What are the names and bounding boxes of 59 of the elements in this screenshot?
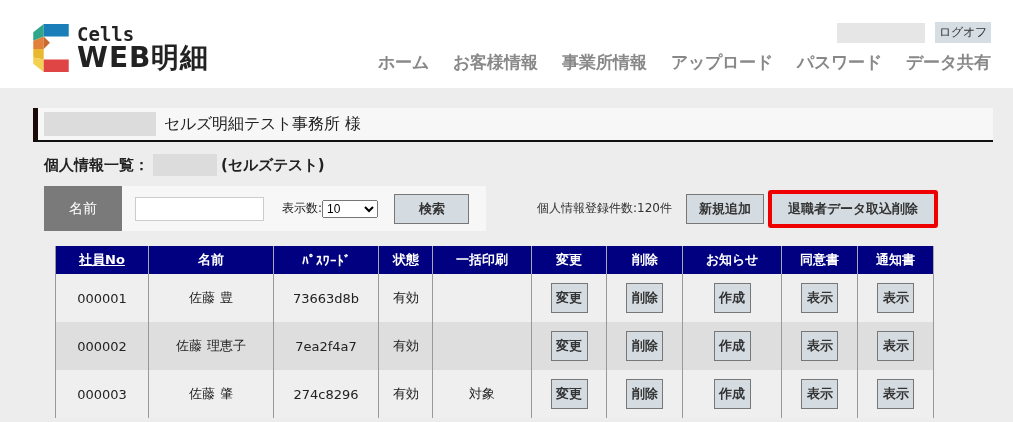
- row-action-button[interactable]: 削除: [626, 379, 663, 409]
- table-cell: 7ea2f4a7: [273, 322, 379, 370]
- row-action-button[interactable]: 変更: [550, 283, 588, 313]
- row-action-button[interactable]: 表示: [801, 283, 838, 313]
- table-cell: 佐藤 理恵子: [148, 322, 274, 370]
- table-cell: 対象: [432, 370, 532, 418]
- table-cell: 佐藤 豊: [148, 274, 274, 322]
- table-cell: 有効: [378, 322, 433, 370]
- column-header: 名前: [148, 246, 274, 274]
- nav-link[interactable]: データ共有: [906, 51, 991, 74]
- logoff-button[interactable]: ログオフ: [935, 22, 991, 43]
- column-header: 一括印刷: [432, 246, 532, 274]
- action-button[interactable]: 退職者データ取込削除: [767, 189, 938, 228]
- column-header: 状態: [378, 246, 433, 274]
- logo-title: WEB明細: [77, 43, 210, 72]
- column-header: 変更: [531, 246, 607, 274]
- count-label: 表示数:: [282, 200, 323, 217]
- action-button[interactable]: 新規追加: [685, 193, 764, 224]
- table-cell: 有効: [378, 370, 433, 418]
- column-header: 通知書: [857, 246, 934, 274]
- nav-link[interactable]: お客様情報: [453, 51, 538, 74]
- table-cell: 274c8296: [273, 370, 379, 418]
- column-header[interactable]: 社員No: [55, 246, 149, 274]
- nav-link[interactable]: アップロード: [671, 51, 773, 74]
- row-action-button[interactable]: 作成: [713, 283, 751, 313]
- company-name: (セルズテスト): [221, 155, 325, 175]
- row-action-button[interactable]: 削除: [626, 331, 663, 361]
- name-input-field[interactable]: [135, 196, 264, 221]
- row-action-button[interactable]: 変更: [550, 331, 588, 361]
- table-cell: 佐藤 肇: [148, 370, 274, 418]
- office-name: セルズ明細テスト事務所 様: [164, 113, 362, 135]
- table-cell: 73663d8b: [273, 274, 379, 322]
- search-button[interactable]: 検索: [394, 193, 470, 224]
- logo-wordmark: Cells: [77, 24, 136, 44]
- column-header: お知らせ: [682, 246, 782, 274]
- nav-link[interactable]: パスワード: [797, 51, 882, 74]
- row-action-button[interactable]: 作成: [713, 331, 751, 361]
- column-header: 同意書: [781, 246, 858, 274]
- nav-link[interactable]: 事業所情報: [562, 51, 647, 74]
- column-header: 削除: [606, 246, 683, 274]
- count-select[interactable]: 10: [322, 199, 379, 218]
- row-action-button[interactable]: 表示: [801, 331, 838, 361]
- name-label: 名前: [44, 186, 122, 231]
- row-action-button[interactable]: 表示: [877, 379, 914, 409]
- record-count: 個人情報登録件数:120件: [537, 200, 672, 217]
- nav-link[interactable]: ホーム: [378, 51, 429, 74]
- table-cell: 000003: [55, 370, 149, 418]
- table-cell: 000001: [55, 274, 149, 322]
- column-header: ﾊﾟｽﾜｰﾄﾞ: [273, 246, 379, 274]
- table-cell: 有効: [378, 274, 433, 322]
- row-action-button[interactable]: 表示: [877, 283, 914, 313]
- row-action-button[interactable]: 変更: [550, 379, 588, 409]
- row-action-button[interactable]: 表示: [877, 331, 914, 361]
- row-action-button[interactable]: 削除: [626, 283, 663, 313]
- row-action-button[interactable]: 表示: [801, 379, 838, 409]
- section-label: 個人情報一覧：: [44, 155, 149, 175]
- logo-icon: [33, 24, 69, 72]
- row-action-button[interactable]: 作成: [713, 379, 751, 409]
- table-cell: 000002: [55, 322, 149, 370]
